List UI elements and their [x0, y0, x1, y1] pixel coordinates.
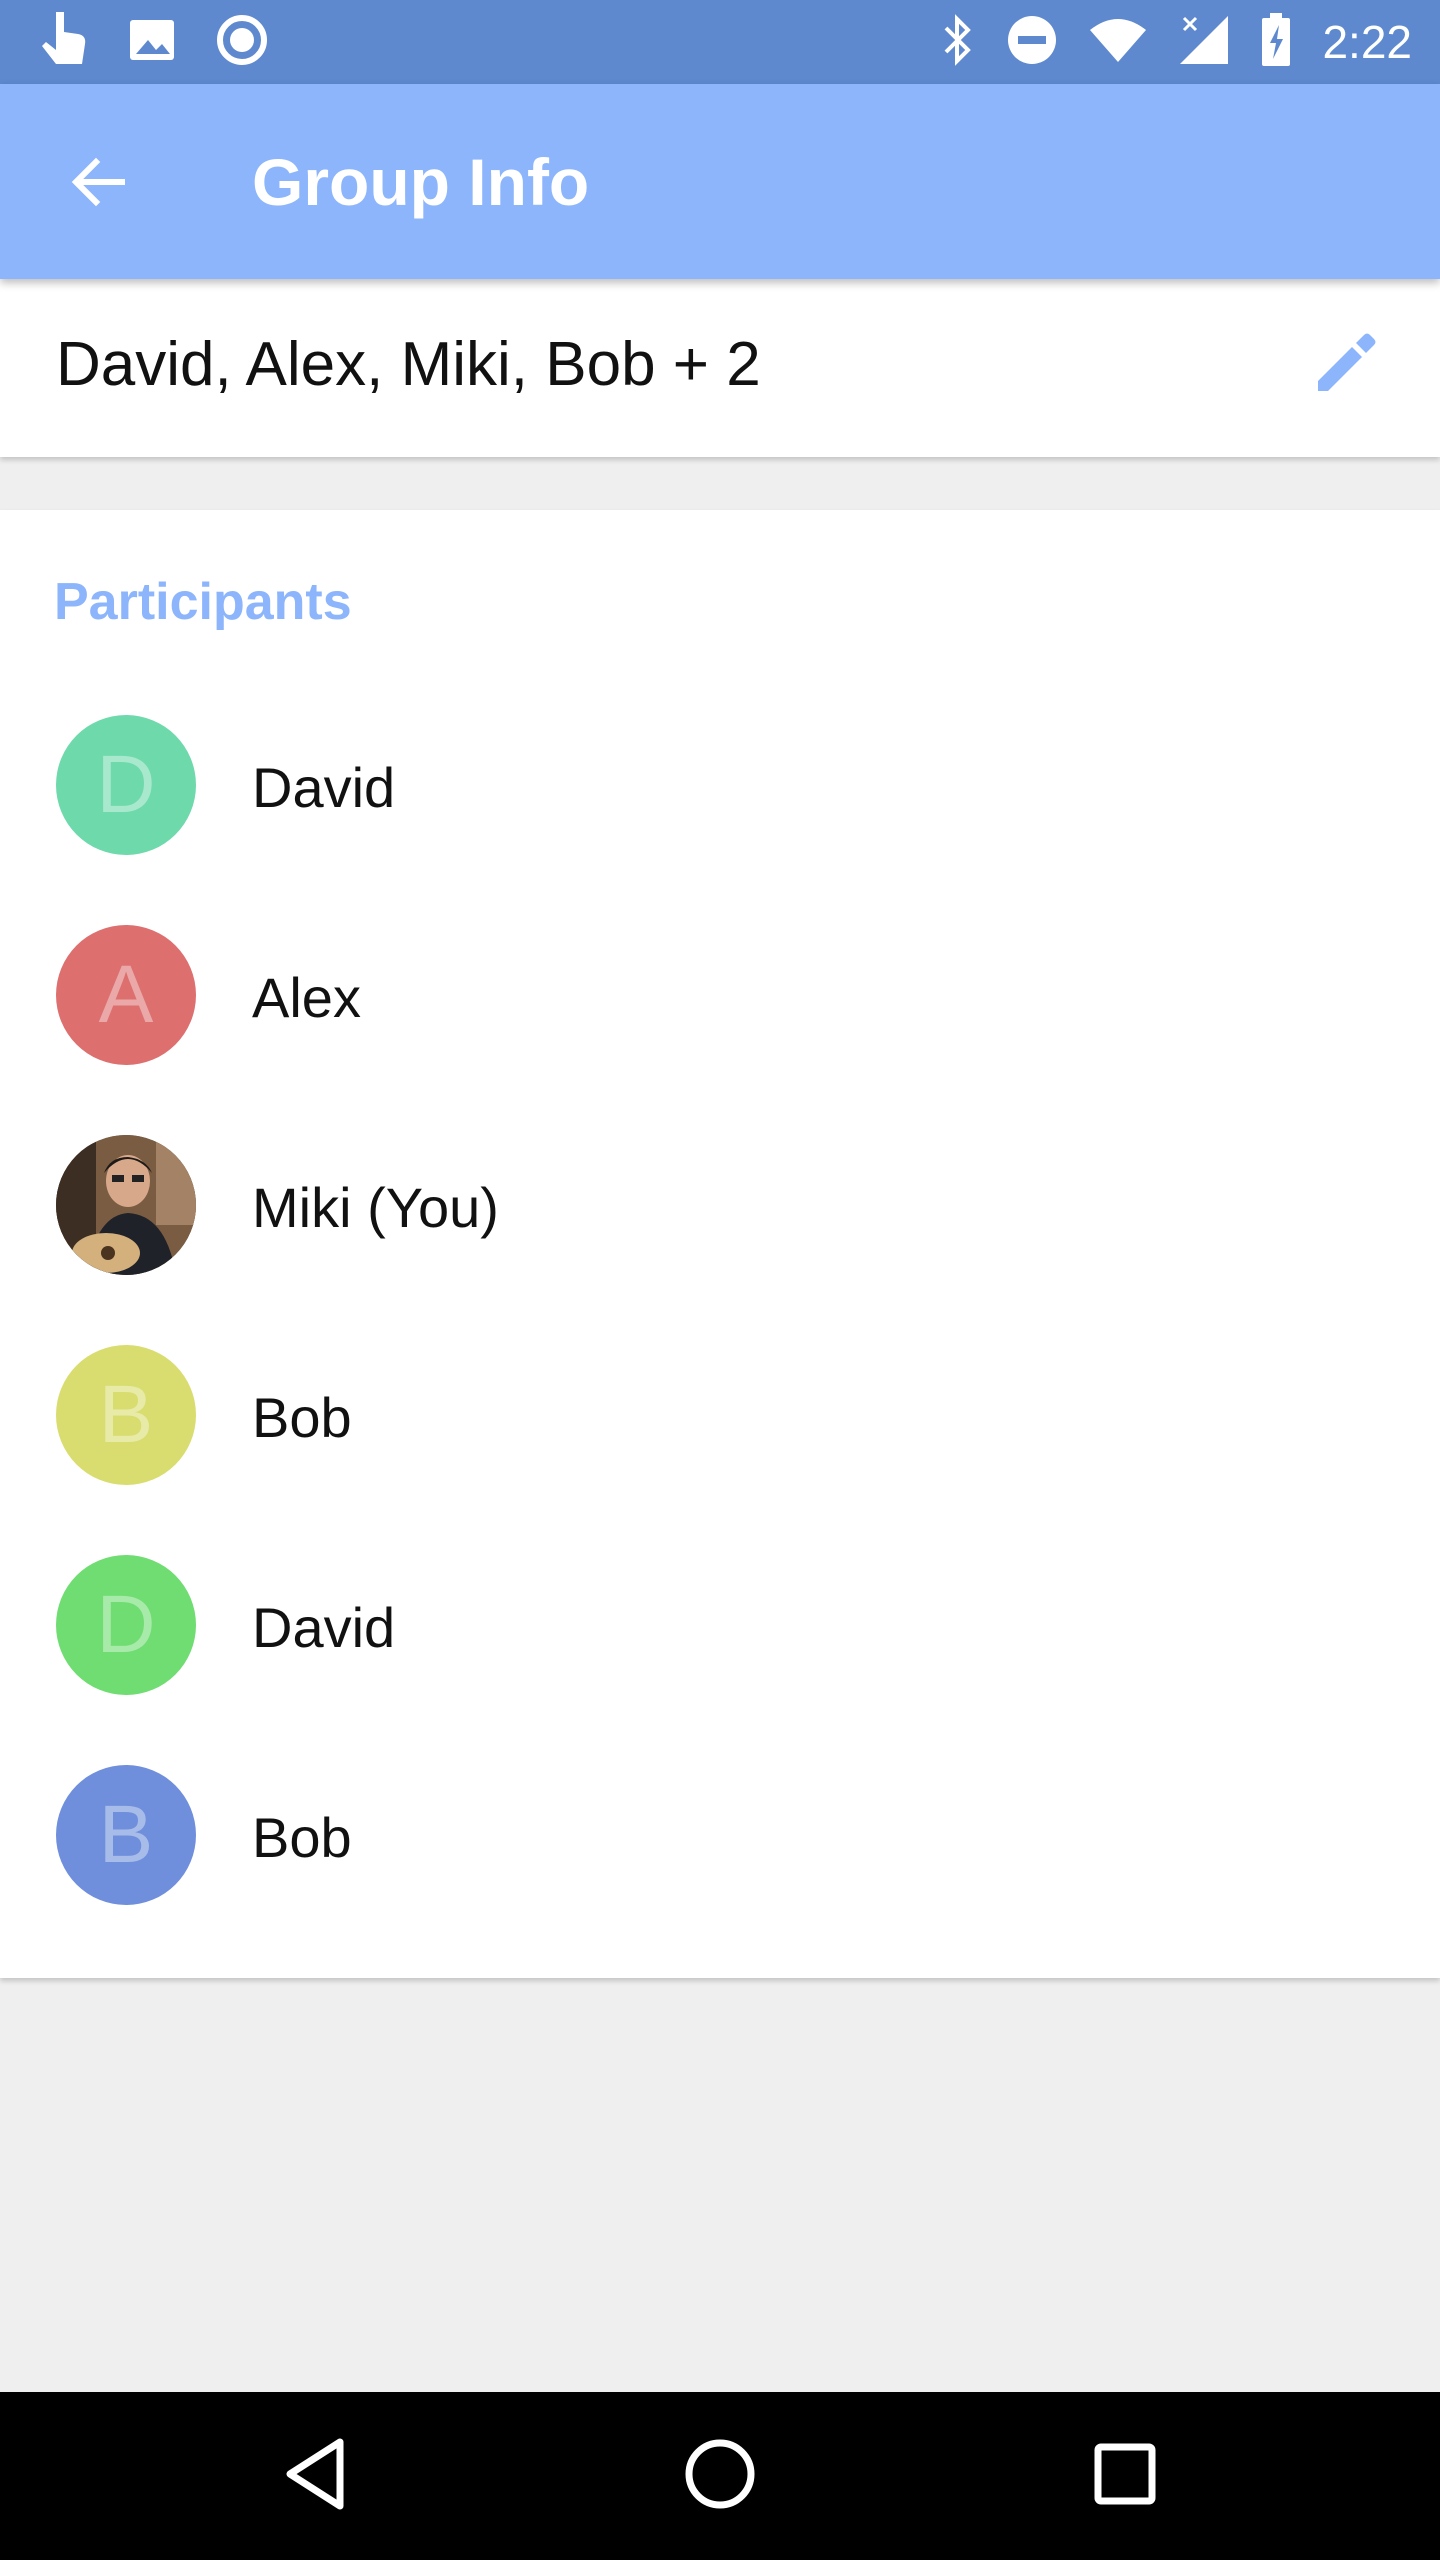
nav-home-button[interactable]: [670, 2426, 770, 2526]
participant-row[interactable]: Miki (You): [0, 1100, 1440, 1310]
participant-row[interactable]: D David: [0, 1520, 1440, 1730]
participant-row[interactable]: B Bob: [0, 1310, 1440, 1520]
nav-back-button[interactable]: [265, 2426, 365, 2526]
status-right-icons: 2:22: [940, 0, 1412, 84]
arrow-back-icon: [66, 150, 130, 219]
image-icon: [128, 16, 176, 69]
navigation-bar: [0, 2392, 1440, 2560]
app-bar: Group Info: [0, 84, 1440, 279]
participant-name: Alex: [252, 966, 361, 1029]
participant-name: Bob: [252, 1386, 352, 1449]
bluetooth-icon: [940, 13, 976, 71]
avatar: B: [56, 1765, 196, 1905]
nav-recents-button[interactable]: [1075, 2426, 1175, 2526]
home-circle-icon: [682, 2436, 758, 2517]
user-photo-icon: [56, 1135, 196, 1275]
avatar: B: [56, 1345, 196, 1485]
do-not-disturb-icon: [1006, 14, 1058, 71]
participant-name: Miki (You): [252, 1176, 499, 1239]
participant-row[interactable]: A Alex: [0, 890, 1440, 1100]
avatar: D: [56, 1555, 196, 1695]
recents-square-icon: [1090, 2439, 1160, 2514]
group-name: David, Alex, Miki, Bob + 2: [56, 330, 761, 399]
touch-icon: [38, 10, 88, 75]
back-button[interactable]: [50, 136, 146, 232]
participant-row[interactable]: D David: [0, 680, 1440, 890]
participant-name: Bob: [252, 1806, 352, 1869]
status-time: 2:22: [1322, 16, 1412, 68]
record-icon: [216, 14, 268, 71]
avatar: D: [56, 715, 196, 855]
participant-name: David: [252, 756, 396, 819]
edit-group-name-button[interactable]: [1300, 321, 1390, 411]
status-bar: 2:22: [0, 0, 1440, 84]
participant-row[interactable]: B Bob: [0, 1730, 1440, 1940]
battery-charging-icon: [1260, 12, 1292, 72]
group-name-card: David, Alex, Miki, Bob + 2: [0, 279, 1440, 457]
status-left-icons: [38, 0, 268, 84]
avatar: A: [56, 925, 196, 1065]
participants-card: Participants D David A Alex Miki (You) B…: [0, 510, 1440, 1978]
pencil-icon: [1310, 329, 1380, 404]
avatar-photo: [56, 1135, 196, 1275]
signal-icon: [1178, 14, 1230, 71]
page-title: Group Info: [252, 145, 590, 219]
participant-name: David: [252, 1596, 396, 1659]
participants-section-title: Participants: [54, 573, 352, 631]
wifi-icon: [1088, 16, 1148, 69]
back-triangle-icon: [280, 2434, 350, 2519]
